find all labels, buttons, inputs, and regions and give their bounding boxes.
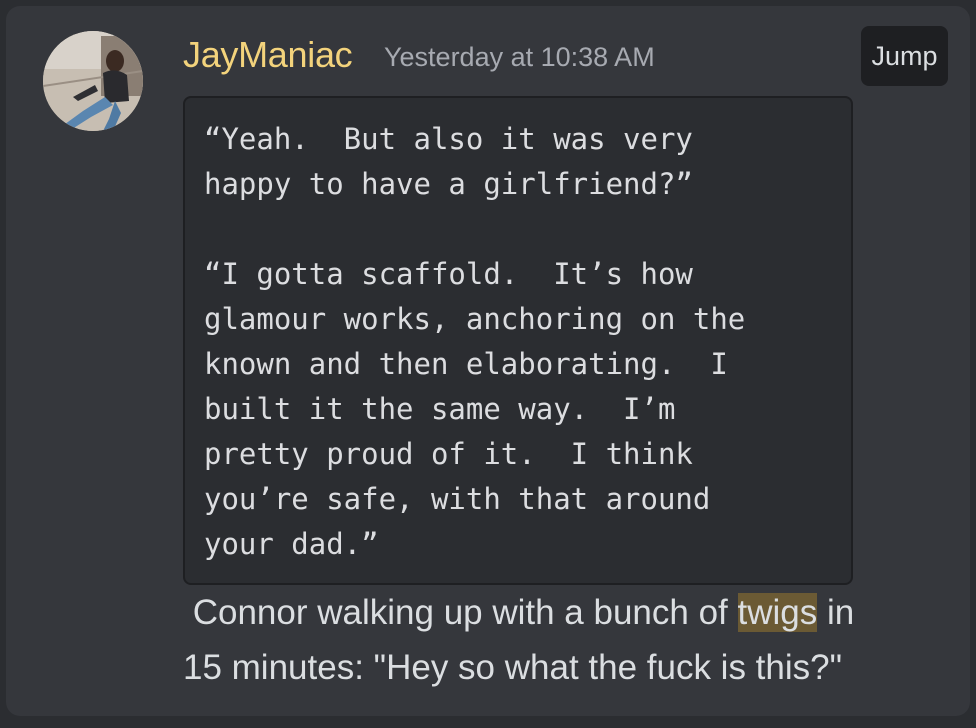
message-text: Connor walking up with a bunch of [183, 593, 738, 632]
code-line: built it the same way. I’m [204, 392, 676, 426]
code-line: “I gotta scaffold. It’s how [204, 257, 693, 291]
code-line: glamour works, anchoring on the [204, 302, 746, 336]
message-text-line-2: 15 minutes: "Hey so what the fuck is thi… [183, 648, 843, 687]
code-line: you’re safe, with that around [204, 482, 711, 516]
jump-button[interactable]: Jump [861, 26, 948, 86]
code-line: your dad.” [204, 527, 379, 561]
message-text: in [817, 593, 855, 632]
message-text-line-1: Connor walking up with a bunch of twigs … [183, 591, 854, 635]
message-timestamp: Yesterday at 10:38 AM [384, 42, 655, 72]
code-line: known and then elaborating. I [204, 347, 728, 381]
avatar[interactable] [43, 31, 143, 131]
message-author[interactable]: JayManiac [183, 34, 353, 76]
app-window: JayManiac Yesterday at 10:38 AM Jump “Ye… [0, 0, 976, 728]
code-line: happy to have a girlfriend?” [204, 167, 693, 201]
code-line: “Yeah. But also it was very [204, 122, 693, 156]
code-line: pretty proud of it. I think [204, 437, 693, 471]
search-highlight: twigs [737, 593, 818, 632]
avatar-photo-icon [43, 31, 143, 131]
